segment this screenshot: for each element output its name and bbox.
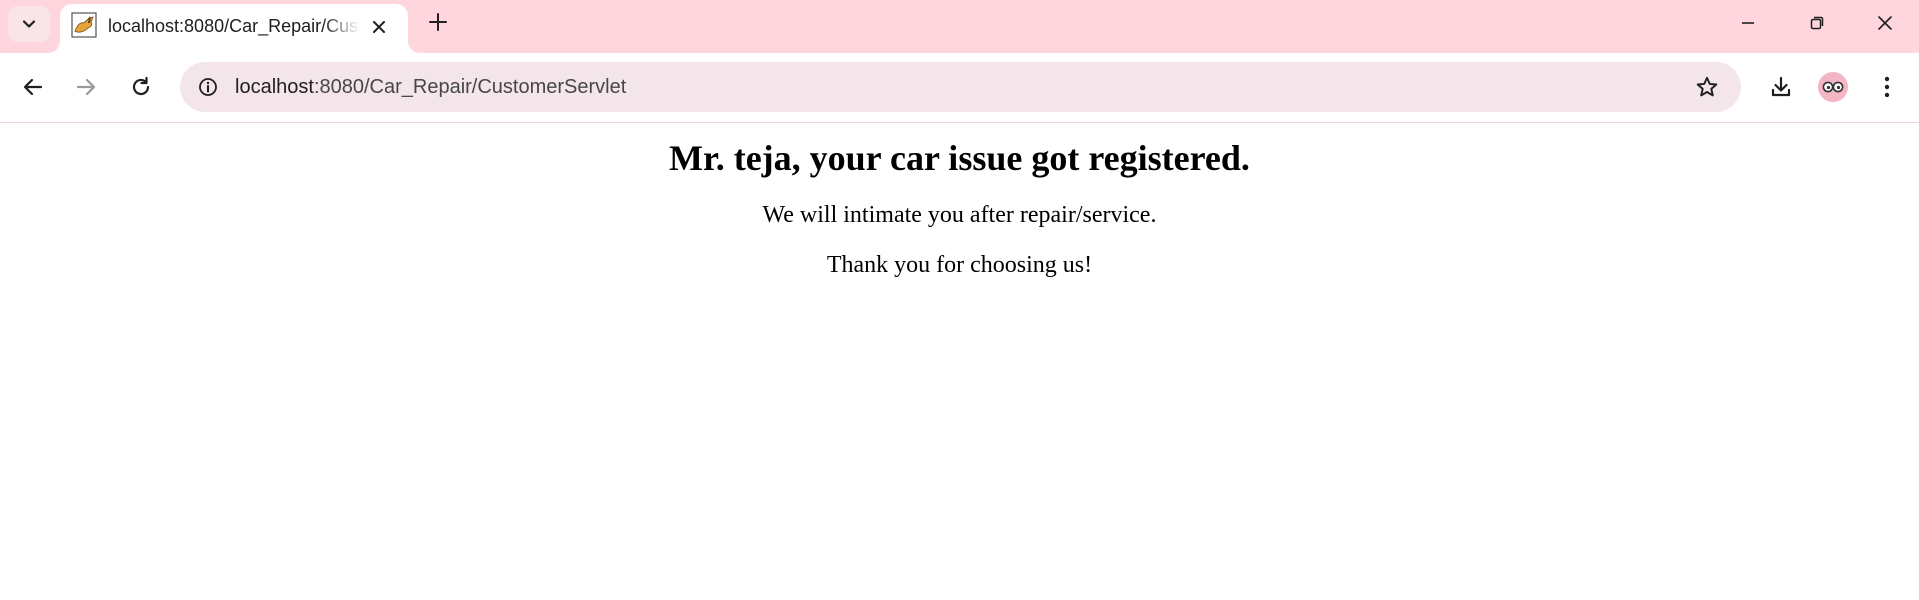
close-icon	[1877, 15, 1893, 31]
info-icon[interactable]	[192, 71, 224, 103]
chevron-down-icon	[21, 16, 37, 32]
avatar-icon	[1818, 72, 1848, 102]
back-button[interactable]	[13, 67, 53, 107]
tab-title: localhost:8080/Car_Repair/CustomerServle…	[108, 16, 360, 36]
url-text[interactable]: localhost:8080/Car_Repair/CustomerServle…	[235, 76, 626, 99]
kebab-menu-icon	[1884, 76, 1890, 98]
bookmark-button[interactable]	[1691, 71, 1723, 103]
plus-icon	[428, 12, 448, 32]
forward-button[interactable]	[66, 67, 106, 107]
restore-button[interactable]	[1783, 0, 1851, 45]
reload-button[interactable]	[121, 67, 161, 107]
repair-message: We will intimate you after repair/servic…	[762, 202, 1157, 228]
tomcat-favicon-icon	[71, 12, 97, 38]
arrow-right-icon	[75, 76, 97, 98]
reload-icon	[130, 76, 152, 98]
menu-button[interactable]	[1867, 67, 1907, 107]
minimize-button[interactable]	[1714, 0, 1782, 45]
close-tab-button[interactable]	[365, 13, 393, 41]
downloads-button[interactable]	[1761, 67, 1801, 107]
page-heading: Mr. teja, your car issue got registered.	[669, 138, 1250, 178]
new-tab-button[interactable]	[422, 6, 454, 38]
url-host: localhost	[235, 76, 314, 98]
profile-button[interactable]	[1813, 67, 1853, 107]
url-path: :8080/Car_Repair/CustomerServlet	[313, 76, 627, 98]
tab-search-button[interactable]	[8, 6, 50, 42]
close-icon	[372, 20, 386, 34]
restore-icon	[1809, 15, 1825, 31]
thanks-message: Thank you for choosing us!	[826, 252, 1093, 278]
download-icon	[1769, 75, 1793, 99]
page-content: Mr. teja, your car issue got registered.…	[0, 124, 1919, 600]
browser-toolbar: localhost:8080/Car_Repair/CustomerServle…	[0, 53, 1919, 123]
star-icon	[1695, 75, 1719, 99]
active-tab[interactable]: localhost:8080/Car_Repair/CustomerServle…	[60, 4, 408, 53]
tab-strip: localhost:8080/Car_Repair/CustomerServle…	[0, 0, 1919, 53]
close-window-button[interactable]	[1851, 0, 1919, 45]
address-bar[interactable]: localhost:8080/Car_Repair/CustomerServle…	[180, 62, 1741, 112]
arrow-left-icon	[22, 76, 44, 98]
minimize-icon	[1740, 15, 1756, 31]
